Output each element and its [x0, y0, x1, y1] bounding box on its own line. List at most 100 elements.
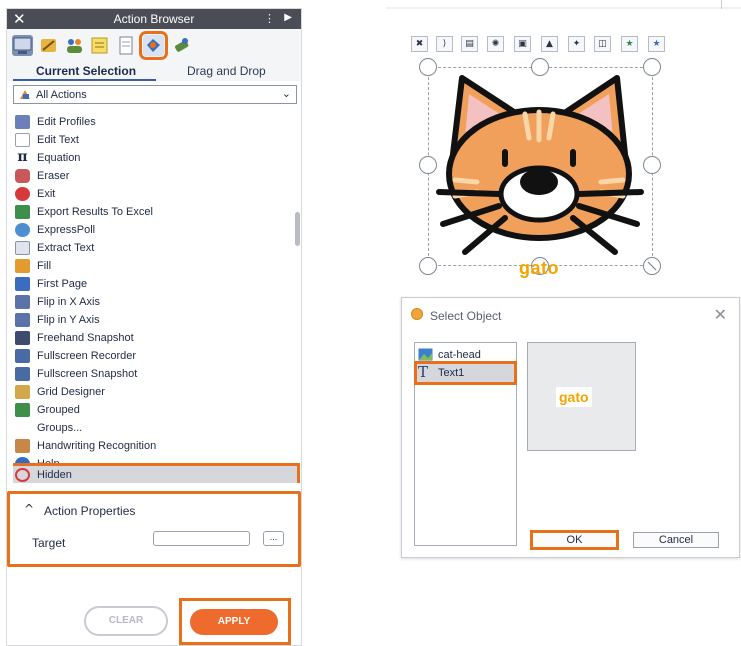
- people-icon[interactable]: [64, 35, 85, 56]
- bring-front-icon[interactable]: ▲: [541, 36, 558, 52]
- target-input[interactable]: [153, 531, 250, 546]
- fullscreen-recorder-icon: [15, 349, 30, 363]
- list-item-selected[interactable]: Hidden: [13, 463, 300, 483]
- list-item[interactable]: π Equation: [13, 149, 297, 167]
- list-item[interactable]: Eraser: [13, 167, 297, 185]
- list-item[interactable]: cat-head: [417, 346, 514, 364]
- eraser-icon: [15, 169, 30, 183]
- link-icon[interactable]: ⟩: [436, 36, 453, 52]
- list-item-label: Flip in X Axis: [37, 296, 100, 308]
- target-label: Target: [32, 536, 66, 550]
- resize-handle[interactable]: [643, 156, 661, 174]
- apply-highlight: APPLY: [179, 598, 291, 645]
- apply-button[interactable]: APPLY: [190, 609, 278, 635]
- pin-icon[interactable]: ▶: [284, 12, 292, 23]
- clear-button[interactable]: CLEAR: [84, 606, 168, 636]
- notes-icon[interactable]: [89, 35, 110, 56]
- handwriting-icon: [15, 439, 30, 453]
- chevron-down-icon: ⌄: [281, 87, 291, 100]
- list-item-selected[interactable]: T Text1: [414, 361, 517, 385]
- cancel-button[interactable]: Cancel: [633, 532, 719, 548]
- action-list[interactable]: Edit Profiles Edit Text π Equation Erase…: [13, 107, 302, 483]
- list-item[interactable]: First Page: [13, 275, 297, 293]
- delete-object-icon[interactable]: ✖: [411, 36, 428, 52]
- scrollbar-thumb[interactable]: [295, 212, 300, 246]
- list-item-label: Groups...: [37, 422, 83, 434]
- list-item[interactable]: Grid Designer: [13, 383, 297, 401]
- eraser-action-icon[interactable]: [171, 35, 192, 56]
- display-icon[interactable]: [12, 35, 33, 56]
- list-item-label: Exit: [37, 188, 56, 200]
- close-icon[interactable]: ✕: [714, 305, 727, 324]
- send-back-icon[interactable]: ✦: [568, 36, 585, 52]
- document-icon[interactable]: [115, 35, 136, 56]
- list-item[interactable]: Fullscreen Snapshot: [13, 365, 297, 383]
- list-item[interactable]: Handwriting Recognition: [13, 437, 297, 455]
- active-tab-indicator: [13, 79, 156, 81]
- effects-icon[interactable]: ✺: [487, 36, 504, 52]
- properties-icon[interactable]: ▤: [461, 36, 478, 52]
- list-item[interactable]: Edit Text: [13, 131, 297, 149]
- list-item[interactable]: Exit: [13, 185, 297, 203]
- canvas-divider: [721, 0, 722, 9]
- list-item-label: Eraser: [37, 170, 70, 182]
- list-item-label: Fullscreen Recorder: [37, 350, 137, 362]
- image-icon: [418, 348, 433, 361]
- list-item[interactable]: Groups...: [13, 419, 297, 437]
- list-item[interactable]: Flip in Y Axis: [13, 311, 297, 329]
- resize-handle[interactable]: [643, 257, 661, 275]
- list-item-label: ExpressPoll: [37, 224, 96, 236]
- cat-head-image[interactable]: [425, 68, 655, 268]
- favorite-icon[interactable]: ★: [621, 36, 638, 52]
- panel-tabs: Current Selection Drag and Drop: [7, 63, 301, 81]
- list-item-label: Grid Designer: [37, 386, 105, 398]
- chevron-up-icon[interactable]: ^: [24, 502, 34, 516]
- list-item[interactable]: Fullscreen Recorder: [13, 347, 297, 365]
- pen-action-icon[interactable]: [139, 31, 168, 60]
- select-object-dialog: Select Object ✕ cat-head T Text1 gato OK…: [401, 297, 740, 558]
- rating-icon[interactable]: ★: [648, 36, 665, 52]
- edit-text-icon: [15, 133, 30, 147]
- action-browser-panel: ✕ Action Browser ⋮ ▶ Current Selection D…: [6, 8, 302, 646]
- list-item[interactable]: Fill: [13, 257, 297, 275]
- list-item-label: Flip in Y Axis: [37, 314, 100, 326]
- filter-value: All Actions: [36, 89, 87, 101]
- list-item-label: Handwriting Recognition: [37, 440, 157, 452]
- resize-handle[interactable]: [531, 58, 549, 76]
- list-item-label: Hidden: [37, 469, 72, 481]
- list-item-label: Fullscreen Snapshot: [37, 368, 138, 380]
- expresspoll-icon: [15, 223, 30, 237]
- dialog-title: Select Object: [430, 309, 502, 323]
- list-item[interactable]: Flip in X Axis: [13, 293, 297, 311]
- list-item[interactable]: Extract Text: [13, 239, 297, 257]
- duplicate-icon[interactable]: ◫: [594, 36, 611, 52]
- panel-title: Action Browser: [113, 12, 195, 26]
- freehand-snapshot-icon: [15, 331, 30, 345]
- list-item[interactable]: Grouped: [13, 401, 297, 419]
- preview-text: gato: [556, 387, 592, 407]
- resize-handle[interactable]: [419, 58, 437, 76]
- resize-handle[interactable]: [419, 257, 437, 275]
- action-filter-dropdown[interactable]: All Actions ⌄: [13, 85, 297, 104]
- list-item-label: Equation: [37, 152, 81, 164]
- resize-handle[interactable]: [643, 58, 661, 76]
- gato-text-object[interactable]: gato: [519, 258, 559, 279]
- list-item[interactable]: Export Results To Excel: [13, 203, 297, 221]
- list-item-label: Export Results To Excel: [37, 206, 153, 218]
- tab-drag-and-drop[interactable]: Drag and Drop: [187, 64, 266, 78]
- tab-current-selection[interactable]: Current Selection: [36, 64, 136, 78]
- list-item[interactable]: Edit Profiles: [13, 113, 297, 131]
- fill-icon: [15, 259, 30, 273]
- panel-menu-icon[interactable]: ⋮: [264, 12, 275, 25]
- edit-profiles-icon: [15, 115, 30, 129]
- tools-icon[interactable]: [38, 35, 59, 56]
- app-icon: [411, 308, 423, 320]
- browse-target-button[interactable]: ...: [263, 531, 284, 546]
- list-item-label: Text1: [438, 367, 465, 379]
- ok-button[interactable]: OK: [530, 530, 619, 550]
- exit-icon: [15, 187, 30, 201]
- list-item[interactable]: Freehand Snapshot: [13, 329, 297, 347]
- list-item[interactable]: ExpressPoll: [13, 221, 297, 239]
- layer-icon[interactable]: ▣: [514, 36, 531, 52]
- resize-handle[interactable]: [419, 156, 437, 174]
